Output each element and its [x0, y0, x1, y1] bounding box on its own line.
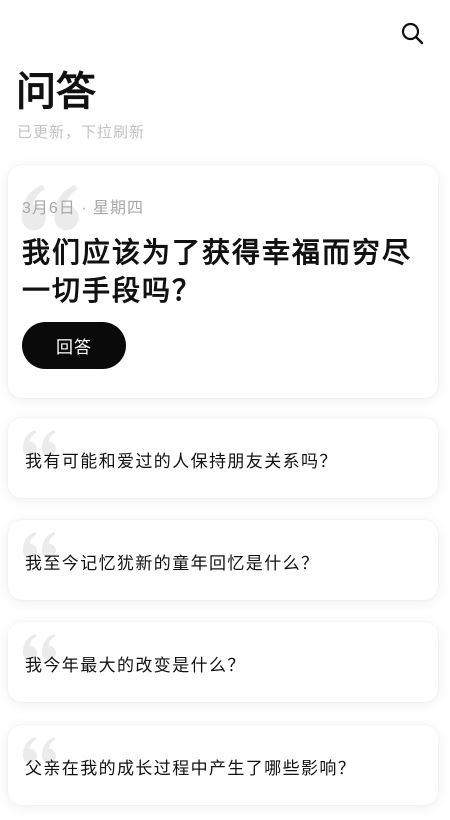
answer-button[interactable]: 回答: [22, 322, 126, 369]
question-card[interactable]: 我至今记忆犹新的童年回忆是什么？: [8, 520, 438, 600]
refresh-hint: 已更新，下拉刷新: [17, 124, 146, 141]
question-card[interactable]: 我有可能和爱过的人保持朋友关系吗？: [8, 418, 438, 498]
question-text: 父亲在我的成长过程中产生了哪些影响？: [25, 759, 357, 778]
search-button[interactable]: [398, 19, 426, 47]
page-title: 问答: [16, 69, 96, 114]
featured-date: 3月6日 · 星期四: [22, 200, 145, 217]
question-text: 我至今记忆犹新的童年回忆是什么？: [25, 554, 320, 573]
question-card[interactable]: 父亲在我的成长过程中产生了哪些影响？: [8, 725, 438, 805]
featured-question-text: 我们应该为了获得幸福而穷尽一切手段吗？: [22, 238, 413, 307]
question-text: 我有可能和爱过的人保持朋友关系吗？: [25, 452, 338, 471]
question-card[interactable]: 我今年最大的改变是什么？: [8, 622, 438, 702]
featured-question-card[interactable]: 3月6日 · 星期四 我们应该为了获得幸福而穷尽一切手段吗？ 回答: [8, 165, 438, 398]
search-icon: [401, 22, 424, 45]
question-text: 我今年最大的改变是什么？: [25, 656, 246, 675]
